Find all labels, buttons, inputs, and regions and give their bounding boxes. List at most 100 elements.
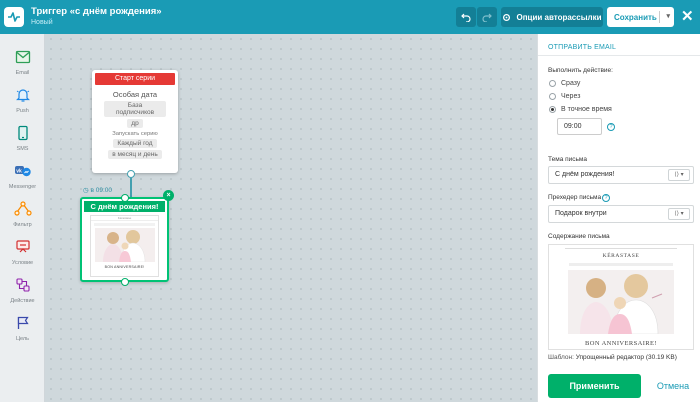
divider: [538, 55, 700, 56]
redo-icon: [482, 13, 492, 22]
email-node-header: С днём рождения!: [84, 201, 165, 212]
start-node-header: Старт серии: [95, 73, 175, 85]
preview-page: KÉRASTASE BON ANNIVERSAIRE!: [563, 248, 679, 349]
palette-item-goal[interactable]: Цель: [0, 306, 45, 344]
palette-item-messenger[interactable]: vk Messenger: [0, 154, 45, 192]
undo-button[interactable]: [456, 7, 476, 27]
top-bar: Триггер «с днём рождения» Новый Опции ав…: [0, 0, 700, 34]
field-chip: др: [127, 119, 143, 128]
apply-button[interactable]: Применить: [548, 374, 641, 398]
palette-item-sms[interactable]: SMS: [0, 116, 45, 154]
delay-text: в 09:00: [90, 187, 113, 194]
email-icon: [12, 46, 34, 68]
palette-label: SMS: [16, 146, 29, 152]
page-title: Триггер «с днём рождения»: [31, 6, 162, 17]
palette-label: Email: [15, 70, 30, 76]
close-icon[interactable]: ✕: [681, 9, 694, 24]
help-icon[interactable]: ?: [607, 123, 615, 131]
radio-dot-selected[interactable]: [549, 106, 556, 113]
preview-caption: BON ANNIVERSAIRE!: [585, 340, 657, 347]
output-handle[interactable]: [121, 278, 129, 286]
palette-label: Цель: [15, 336, 30, 342]
palette-label: Push: [16, 108, 29, 114]
action-label: Выполнить действие:: [548, 67, 613, 74]
radio-label: Через: [561, 93, 581, 100]
database-chip: База подписчиков: [104, 101, 166, 117]
palette-label: Условие: [11, 260, 34, 266]
preheader-value: Подарок внутри: [555, 210, 607, 217]
start-node-title: Особая дата: [112, 90, 158, 99]
undo-icon: [461, 13, 471, 22]
radio-dot[interactable]: [549, 93, 556, 100]
template-value: Упрощенный редактор (30.19 KB): [575, 354, 677, 361]
radio-label: Сразу: [561, 80, 581, 87]
flag-icon: [12, 312, 34, 334]
divider: [659, 11, 660, 23]
bell-icon: [12, 84, 34, 106]
radio-label: В точное время: [561, 106, 612, 113]
start-node[interactable]: Старт серии Особая дата База подписчиков…: [92, 70, 178, 173]
thumb-photo: [94, 228, 155, 262]
title-block: Триггер «с днём рождения» Новый: [31, 6, 162, 26]
template-label: Шаблон:: [548, 354, 574, 361]
palette-item-action[interactable]: Действие: [0, 268, 45, 306]
input-handle[interactable]: [121, 194, 129, 202]
save-button[interactable]: Сохранить ▾: [607, 7, 674, 27]
thumb-nav: [94, 223, 155, 226]
subject-label: Тема письма: [548, 156, 587, 163]
run-label: Запускать серию: [112, 131, 158, 137]
preheader-label: Прехедер письма: [548, 194, 602, 201]
email-node[interactable]: С днём рождения! Kérastase BON ANNIVERSA…: [80, 197, 169, 282]
palette-item-filter[interactable]: Фильтр: [0, 192, 45, 230]
content-label: Содержание письма: [548, 233, 610, 240]
variables-dropdown-icon[interactable]: ⟨⟩ ▾: [668, 169, 690, 181]
gear-icon: [503, 13, 511, 21]
palette-label: Messenger: [8, 184, 37, 190]
phone-icon: [12, 122, 34, 144]
svg-text:vk: vk: [16, 169, 22, 175]
variables-dropdown-icon[interactable]: ⟨⟩ ▾: [668, 208, 690, 220]
thumb-caption: BON ANNIVERSAIRE!: [104, 265, 145, 269]
messenger-icon: vk: [12, 160, 34, 182]
period-chip: Каждый год: [113, 139, 157, 148]
time-input[interactable]: 09:00: [557, 118, 602, 135]
preview-nav: [569, 263, 673, 266]
redo-button[interactable]: [477, 7, 497, 27]
preheader-input[interactable]: Подарок внутри ⟨⟩ ▾: [548, 205, 694, 223]
subject-input[interactable]: С днём рождения! ⟨⟩ ▾: [548, 166, 694, 184]
action-icon: [12, 274, 34, 296]
radio-exact-time[interactable]: В точное время: [549, 106, 612, 113]
condition-icon: [12, 236, 34, 258]
palette-item-condition[interactable]: Условие: [0, 230, 45, 268]
divider: [565, 248, 677, 249]
radio-after[interactable]: Через: [549, 93, 580, 100]
settings-panel: ОТПРАВИТЬ EMAIL Выполнить действие: Сраз…: [537, 34, 700, 402]
save-label: Сохранить: [614, 12, 657, 22]
status-label: Новый: [31, 19, 53, 26]
output-handle[interactable]: [127, 170, 135, 178]
remove-node-icon[interactable]: ×: [163, 190, 174, 201]
palette-item-push[interactable]: Push: [0, 78, 45, 116]
palette-item-email[interactable]: Email: [0, 40, 45, 78]
radio-immediately[interactable]: Сразу: [549, 80, 580, 87]
help-icon[interactable]: ?: [602, 194, 610, 202]
cancel-button[interactable]: Отмена: [654, 374, 692, 398]
day-chip: в месяц и день: [108, 150, 162, 159]
filter-icon: [12, 198, 34, 220]
radio-dot[interactable]: [549, 80, 556, 87]
delay-label: ◷ в 09:00: [83, 186, 112, 194]
panel-title: ОТПРАВИТЬ EMAIL: [548, 44, 617, 51]
email-preview[interactable]: KÉRASTASE BON ANNIVERSAIRE!: [548, 244, 694, 350]
preview-photo: [568, 270, 674, 334]
thumb-logo: Kérastase: [91, 216, 158, 221]
palette-label: Фильтр: [13, 222, 32, 228]
app-logo-icon[interactable]: [4, 7, 24, 27]
block-palette: Email Push SMS vk Messenger Фильтр Услов…: [0, 34, 45, 402]
palette-label: Действие: [10, 298, 35, 304]
chevron-down-icon[interactable]: ▾: [666, 12, 670, 20]
subject-value: С днём рождения!: [555, 171, 615, 178]
template-info: Шаблон: Упрощенный редактор (30.19 KB): [548, 354, 677, 361]
autorun-options-button[interactable]: Опции авторассылки: [501, 7, 603, 27]
connector-line: [130, 178, 132, 197]
email-thumbnail: Kérastase BON ANNIVERSAIRE!: [90, 215, 159, 277]
